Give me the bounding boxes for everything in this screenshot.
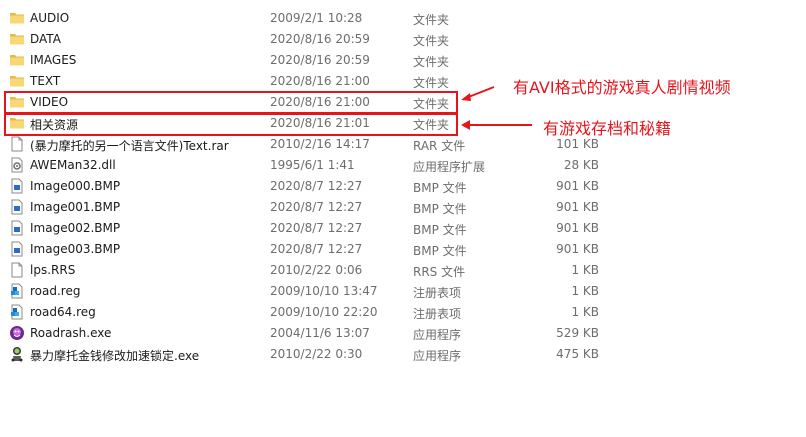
resources-annotation-text: 有游戏存档和秘籍 xyxy=(543,119,672,138)
annotation-arrows xyxy=(461,86,532,130)
video-arrow xyxy=(461,86,495,101)
resources-arrow xyxy=(461,120,532,130)
video-annotation-text: 有AVI格式的游戏真人剧情视频 xyxy=(513,78,731,97)
